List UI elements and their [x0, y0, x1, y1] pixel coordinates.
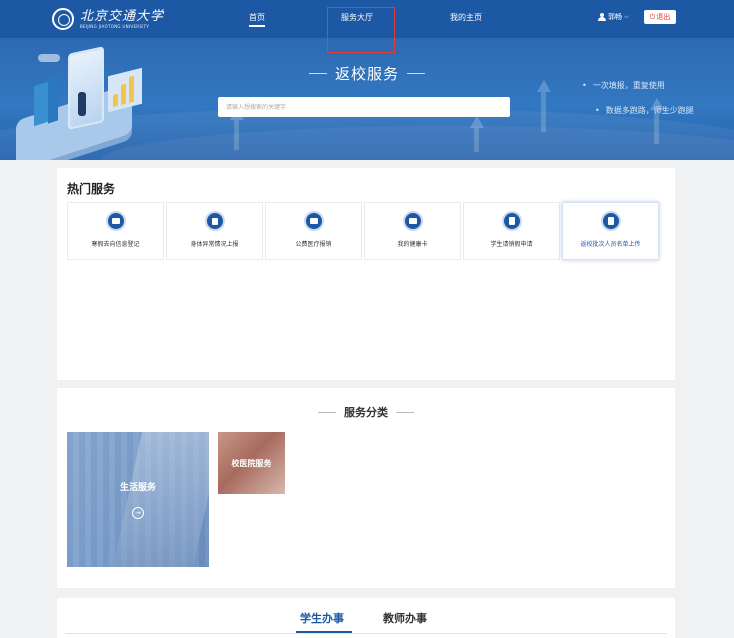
- top-nav-bar: 北京交通大学 BEIJING JIAOTONG UNIVERSITY 首页 服务…: [0, 0, 734, 38]
- banner-bullet-2: 数据多跑路，师生少跑腿: [595, 105, 694, 116]
- service-categories-panel: 服务分类 生活服务 → 校医院服务: [57, 388, 675, 588]
- user-name: 郭畅: [608, 13, 622, 21]
- banner-title: 返校服务: [300, 63, 434, 84]
- logo-english-name: BEIJING JIAOTONG UNIVERSITY: [80, 23, 150, 29]
- tab-teacher-affairs[interactable]: 教师办事: [383, 610, 427, 626]
- logo-chinese-name: 北京交通大学: [80, 8, 165, 24]
- university-logo[interactable]: 北京交通大学 BEIJING JIAOTONG UNIVERSITY: [52, 6, 164, 32]
- service-winter-destination[interactable]: 寒假去向信息登记: [67, 202, 164, 260]
- category-hospital-services[interactable]: 校医院服务: [218, 432, 285, 494]
- university-seal-icon: [52, 8, 74, 30]
- card-icon: [402, 211, 423, 231]
- hero-banner: 返校服务 一次填报，重复使用 数据多跑路，师生少跑腿: [0, 38, 734, 160]
- banner-illustration: [8, 44, 158, 160]
- document-icon: [600, 211, 621, 231]
- logout-button[interactable]: ⏻ 退出: [644, 10, 676, 24]
- arrow-right-circle-icon: →: [132, 507, 144, 519]
- arrow-up-icon: [470, 116, 484, 128]
- service-return-batch-upload[interactable]: 返校批次人员名单上传: [562, 202, 659, 260]
- power-icon: ⏻: [649, 12, 656, 21]
- medical-kit-icon: [303, 211, 324, 231]
- document-icon: [501, 211, 522, 231]
- nav-item-home[interactable]: 首页: [249, 12, 265, 27]
- service-medical-reimbursement[interactable]: 公费医疗报销: [265, 202, 362, 260]
- nav-item-my-homepage[interactable]: 我的主页: [450, 12, 482, 23]
- service-health-abnormal-report[interactable]: 身体异常情况上报: [166, 202, 263, 260]
- affairs-tabs-panel: 学生办事 教师办事: [57, 598, 675, 638]
- banner-bullet-1: 一次填报，重复使用: [582, 80, 665, 91]
- tab-student-affairs[interactable]: 学生办事: [296, 610, 352, 633]
- chevron-down-icon: ⌵: [624, 13, 629, 20]
- arrow-up-icon: [537, 80, 551, 92]
- service-health-card[interactable]: 我的健康卡: [364, 202, 461, 260]
- service-categories-title: 服务分类: [57, 404, 675, 420]
- lock-icon: [204, 211, 225, 231]
- user-menu-button[interactable]: 郭畅 ⌵: [598, 12, 629, 22]
- hot-services-panel: 热门服务 寒假去向信息登记 身体异常情况上报 公费医疗报销 我的健康卡 学生请销…: [57, 168, 675, 380]
- nav-item-service-hall[interactable]: 服务大厅: [341, 12, 373, 23]
- category-life-services[interactable]: 生活服务 →: [67, 432, 209, 567]
- hot-services-title: 热门服务: [67, 182, 116, 196]
- card-icon: [105, 211, 126, 231]
- user-icon: [598, 13, 606, 21]
- search-input[interactable]: [218, 97, 510, 117]
- logout-label: 退出: [656, 13, 671, 21]
- service-student-leave[interactable]: 学生请销假申请: [463, 202, 560, 260]
